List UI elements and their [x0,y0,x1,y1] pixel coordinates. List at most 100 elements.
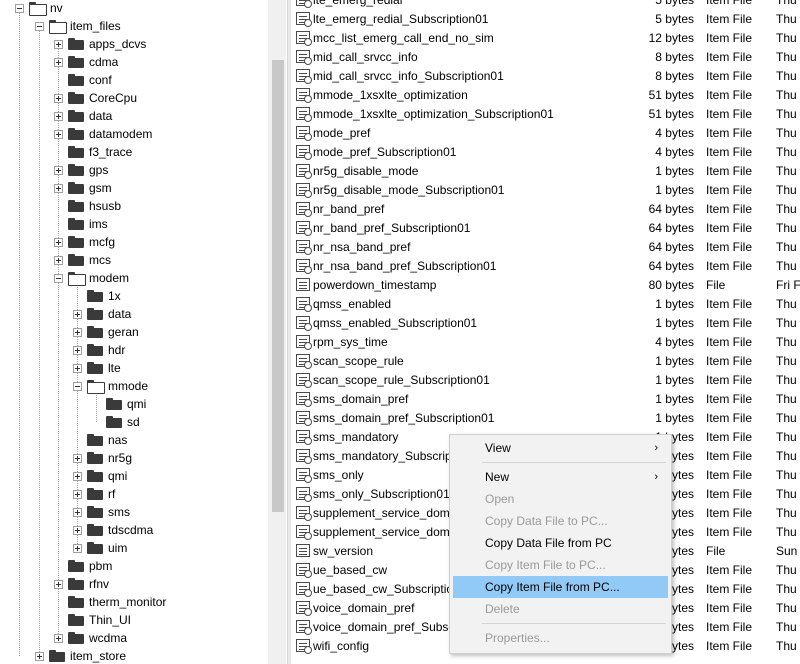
expand-icon[interactable] [73,489,82,499]
tree-node-sms[interactable]: sms [73,503,130,521]
menu-item-delete[interactable]: Delete [453,598,668,620]
file-row[interactable]: mid_call_srvcc_info_Subscription01 8 byte… [292,66,800,85]
menu-item-copy-item-file-to-pc[interactable]: Copy Item File to PC... [453,554,668,576]
tree-node-tdscdma[interactable]: tdscdma [73,521,153,539]
expand-icon[interactable] [54,93,63,103]
file-row[interactable]: mode_pref_Subscription01 4 bytes Item File… [292,142,800,161]
expand-icon[interactable] [73,345,82,355]
expand-icon[interactable] [54,165,63,175]
file-row[interactable]: nr_nsa_band_pref_Subscription01 64 bytes I… [292,256,800,275]
tree-node-mmode[interactable]: mmode [73,377,148,395]
tree-node-uim[interactable]: uim [73,539,127,557]
collapse-icon[interactable] [54,273,63,283]
tree-node-geran[interactable]: geran [73,323,139,341]
file-row[interactable]: nr5g_disable_mode_Subscription01 1 bytes I… [292,180,800,199]
file-row[interactable]: nr5g_disable_mode 1 bytes Item File Thu [292,161,800,180]
file-row[interactable]: powerdown_timestamp 80 bytes File Fri Fe [292,275,800,294]
tree-node-nas[interactable]: nas [73,431,127,449]
tree-node-wcdma[interactable]: wcdma [54,629,127,647]
file-row[interactable]: sms_domain_pref 1 bytes Item File Thu [292,389,800,408]
expand-icon[interactable] [54,255,63,265]
tree-node-qmi[interactable]: qmi [92,395,146,413]
expand-icon[interactable] [54,129,63,139]
tree-node-hdr[interactable]: hdr [73,341,125,359]
tree-node-pbm[interactable]: pbm [54,557,112,575]
tree-node-gsm[interactable]: gsm [54,179,112,197]
expand-icon[interactable] [54,111,63,121]
expand-icon[interactable] [54,633,63,643]
file-row[interactable]: scan_scope_rule 1 bytes Item File Thu [292,351,800,370]
expand-icon[interactable] [73,543,82,553]
tree-node-rfnv[interactable]: rfnv [54,575,109,593]
menu-item-properties[interactable]: Properties... [453,627,668,649]
tree-node-mcfg[interactable]: mcfg [54,233,115,251]
tree-node-nr5g[interactable]: nr5g [73,449,132,467]
tree-node-label: qmi [108,469,128,483]
tree-node-lte[interactable]: lte [73,359,121,377]
tree-node-datamodem[interactable]: datamodem [54,125,152,143]
file-row[interactable]: mid_call_srvcc_info 8 bytes Item File Thu [292,47,800,66]
tree-node-hsusb[interactable]: hsusb [54,197,121,215]
expand-icon[interactable] [54,579,63,589]
tree-node-label: mcfg [89,235,116,249]
collapse-icon[interactable] [35,21,44,31]
tree-node-conf[interactable]: conf [54,71,112,89]
expand-icon[interactable] [54,183,63,193]
expand-icon[interactable] [73,327,82,337]
tree-node-f3_trace[interactable]: f3_trace [54,143,132,161]
expand-icon[interactable] [54,237,63,247]
expand-icon[interactable] [73,453,82,463]
file-row[interactable]: scan_scope_rule_Subscription01 1 bytes Ite… [292,370,800,389]
tree-node-nv[interactable]: nv [15,0,63,17]
menu-item-open[interactable]: Open [453,488,668,510]
expand-icon[interactable] [73,309,82,319]
tree-node-item_store[interactable]: item_store [35,647,126,664]
menu-item-copy-data-file-to-pc[interactable]: Copy Data File to PC... [453,510,668,532]
file-row[interactable]: rpm_sys_time 4 bytes Item File Thu [292,332,800,351]
collapse-icon[interactable] [15,3,24,13]
expand-icon[interactable] [73,363,82,373]
file-row[interactable]: nr_band_pref 64 bytes Item File Thu [292,199,800,218]
tree-node-rf[interactable]: rf [73,485,115,503]
tree-node-1x[interactable]: 1x [73,287,121,305]
file-row[interactable]: mcc_list_emerg_call_end_no_sim 12 bytes It… [292,28,800,47]
tree-node-qmi[interactable]: qmi [73,467,127,485]
file-row[interactable]: qmss_enabled_Subscription01 1 bytes Item F… [292,313,800,332]
file-row[interactable]: qmss_enabled 1 bytes Item File Thu [292,294,800,313]
tree-node-mcs[interactable]: mcs [54,251,111,269]
tree-node-thin_ui[interactable]: Thin_UI [54,611,131,629]
expand-icon[interactable] [73,507,82,517]
collapse-icon[interactable] [73,381,82,391]
file-row[interactable]: lte_emerg_redial 5 bytes Item File Thu [292,0,800,9]
file-row[interactable]: mmode_1xsxlte_optimization 51 bytes Item F… [292,85,800,104]
tree-node-data[interactable]: data [73,305,131,323]
tree-node-sd[interactable]: sd [92,413,140,431]
tree-node-ims[interactable]: ims [54,215,108,233]
tree-node-modem[interactable]: modem [54,269,129,287]
tree-node-therm_monitor[interactable]: therm_monitor [54,593,166,611]
menu-item-copy-item-file-from-pc[interactable]: Copy Item File from PC... [453,576,668,598]
menu-item-new[interactable]: New › [453,466,668,488]
menu-item-copy-data-file-from-pc[interactable]: Copy Data File from PC [453,532,668,554]
file-row[interactable]: nr_band_pref_Subscription01 64 bytes Item … [292,218,800,237]
expand-icon[interactable] [54,57,63,67]
file-row[interactable]: sms_domain_pref_Subscription01 1 bytes Ite… [292,408,800,427]
expand-icon[interactable] [73,525,82,535]
expand-icon[interactable] [35,651,44,661]
file-row[interactable]: mmode_1xsxlte_optimization_Subscription0… [292,104,800,123]
expand-icon[interactable] [73,471,82,481]
expand-icon[interactable] [54,39,63,49]
tree-node-corecpu[interactable]: CoreCpu [54,89,137,107]
tree-node-data[interactable]: data [54,107,112,125]
tree-scrollbar-thumb[interactable] [272,60,284,512]
file-row[interactable]: nr_nsa_band_pref 64 bytes Item File Thu [292,237,800,256]
file-row[interactable]: lte_emerg_redial_Subscription01 5 bytes It… [292,9,800,28]
pane-splitter[interactable] [287,0,291,664]
tree-node-apps_dcvs[interactable]: apps_dcvs [54,35,146,53]
menu-item-view[interactable]: View › [453,437,668,459]
tree-node-gps[interactable]: gps [54,161,108,179]
file-row[interactable]: mode_pref 4 bytes Item File Thu [292,123,800,142]
tree-node-label: item_files [70,19,121,33]
tree-node-cdma[interactable]: cdma [54,53,118,71]
tree-node-item_files[interactable]: item_files [35,17,121,35]
